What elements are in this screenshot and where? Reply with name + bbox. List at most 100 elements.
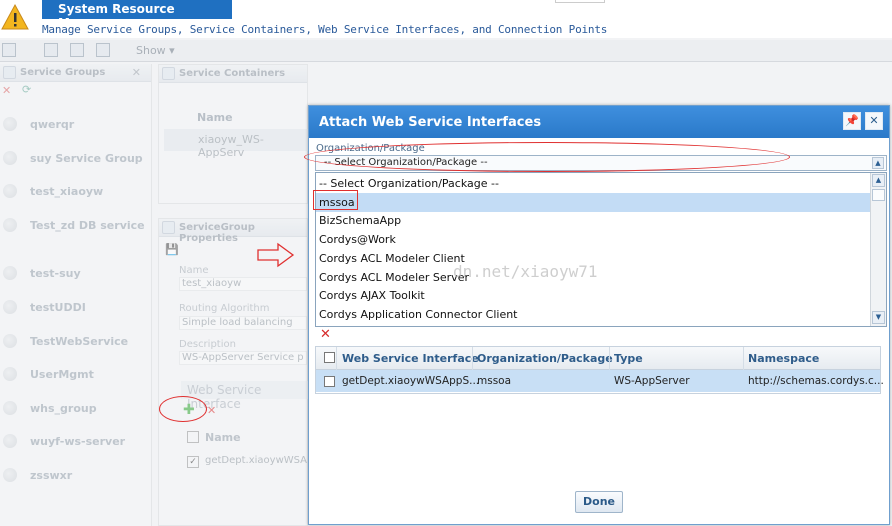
row-checkbox[interactable]: ✓: [187, 456, 199, 468]
panel-icon: [162, 221, 175, 234]
panel-icon: [3, 66, 16, 79]
routing-label: Routing Algorithm: [179, 303, 270, 314]
gear-icon: [3, 151, 17, 165]
grid-header: Web Service Interface Organization/Packa…: [316, 347, 880, 370]
dropdown-option[interactable]: Cordys Application Connector Client: [316, 305, 871, 324]
panel-title: ServiceGroup Properties: [179, 222, 255, 244]
sidebar-item[interactable]: UserMgmt: [0, 365, 150, 385]
gear-icon: [3, 334, 17, 348]
sidebar-item[interactable]: test_xiaoyw: [0, 182, 150, 202]
app-title: System Resource Manager: [42, 0, 232, 30]
app-header: System Resource Manager Manage Service G…: [0, 0, 892, 38]
sidebar-item[interactable]: TestWebService: [0, 332, 150, 352]
sidebar-item[interactable]: test-suy: [0, 264, 150, 284]
container-row[interactable]: xiaoyw_WS-AppServ: [164, 129, 308, 159]
sidebar-item-label: suy Service Group: [30, 152, 143, 165]
annotation-ellipse-select: [304, 142, 790, 172]
watermark: dn.net/xiaoyw71: [453, 262, 598, 281]
cell-namespace: http://schemas.cordys.c...: [748, 375, 884, 387]
show-menu[interactable]: Show ▾: [136, 44, 175, 57]
sidebar-item[interactable]: qwerqr: [0, 115, 150, 135]
select-all-checkbox[interactable]: [187, 431, 199, 443]
web-service-interface-header: Web Service Interface: [181, 381, 309, 411]
sidebar-item-label: test_xiaoyw: [30, 185, 104, 198]
gear-icon: [3, 266, 17, 280]
gear-icon: [3, 300, 17, 314]
dropdown-option[interactable]: -- Select Organization/Package --: [316, 174, 871, 193]
list-icon[interactable]: [96, 43, 110, 57]
col-type[interactable]: Type: [614, 352, 643, 365]
table-icon[interactable]: [44, 43, 58, 57]
sidebar-item-label: UserMgmt: [30, 368, 94, 381]
sidebar-item[interactable]: suy Service Group: [0, 149, 150, 169]
organization-dropdown: -- Select Organization/Package -- mssoa Bi…: [315, 172, 887, 327]
annotation-circle-add: [159, 396, 207, 422]
sidebar-item-label: wuyf-ws-server: [30, 435, 126, 448]
sidebar-item-label: TestWebService: [30, 335, 129, 348]
gear-icon: [3, 218, 17, 232]
interface-row-name: getDept.xiaoywWSA: [205, 455, 308, 466]
sidebar-item[interactable]: testUDDI: [0, 298, 150, 318]
hierarchy-icon[interactable]: [70, 43, 84, 57]
service-groups-header: Service Groups ✕: [0, 64, 151, 82]
container-name: xiaoyw_WS-AppServ: [198, 133, 264, 159]
close-icon[interactable]: ✕: [132, 66, 141, 79]
description-label: Description: [179, 339, 236, 350]
name-field[interactable]: test_xiaoyw: [179, 277, 307, 291]
service-groups-panel: Service Groups ✕ ✕ ⟳ qwerqr suy Service G…: [0, 64, 152, 526]
cell-package: mssoa: [477, 375, 512, 387]
dropdown-option[interactable]: Cordys AJAX Toolkit: [316, 286, 871, 305]
app-subtitle: Manage Service Groups, Service Container…: [42, 23, 608, 36]
cell-type: WS-AppServer: [614, 375, 690, 387]
col-organization-package[interactable]: Organization/Package: [477, 352, 613, 365]
select-all-checkbox[interactable]: [324, 352, 335, 363]
dropdown-scrollbar[interactable]: ▲ ▼: [870, 173, 886, 326]
scroll-thumb[interactable]: [872, 189, 885, 201]
dropdown-option[interactable]: mssoa: [316, 192, 871, 212]
sidebar-item-label: test-suy: [30, 267, 81, 280]
dropdown-option[interactable]: Cordys@Work: [316, 230, 871, 249]
delete-icon[interactable]: ✕: [2, 84, 11, 97]
delete-icon[interactable]: ✕: [320, 327, 331, 342]
col-namespace[interactable]: Namespace: [748, 352, 819, 365]
header-box: [555, 0, 605, 3]
warning-icon: [1, 3, 29, 30]
sidebar-item-label: whs_group: [30, 402, 97, 415]
gear-icon: [3, 367, 17, 381]
scroll-down-icon[interactable]: ▼: [872, 311, 885, 324]
containers-header: Service Containers: [159, 65, 307, 83]
new-icon[interactable]: [2, 43, 16, 57]
remove-icon[interactable]: ✕: [207, 404, 216, 417]
description-field[interactable]: WS-AppServer Service p: [179, 351, 307, 365]
name-label: Name: [179, 265, 209, 276]
dialog-title: Attach Web Service Interfaces: [309, 106, 889, 138]
gear-icon: [3, 434, 17, 448]
table-row[interactable]: getDept.xiaoywWSAppS... mssoa WS-AppServ…: [316, 370, 884, 392]
annotation-box-mssoa: [313, 190, 358, 210]
panel-tools: ✕ ⟳: [0, 82, 151, 102]
column-header-name: Name: [197, 111, 233, 124]
column-header-name: Name: [205, 431, 241, 444]
close-dialog-button[interactable]: ✕: [865, 112, 883, 130]
scroll-up-icon[interactable]: ▲: [872, 174, 885, 187]
sidebar-item[interactable]: wuyf-ws-server: [0, 432, 150, 452]
pin-icon[interactable]: 📌: [843, 112, 861, 130]
cell-interface: getDept.xiaoywWSAppS...: [342, 375, 480, 387]
sidebar-item[interactable]: zsswxr: [0, 466, 150, 486]
sidebar-item-label: zsswxr: [30, 469, 73, 482]
gear-icon: [3, 117, 17, 131]
routing-field[interactable]: Simple load balancing: [179, 316, 307, 330]
refresh-icon[interactable]: ⟳: [22, 83, 31, 96]
sidebar-item[interactable]: whs_group: [0, 399, 150, 419]
sidebar-item-label: qwerqr: [30, 118, 75, 131]
row-checkbox[interactable]: [324, 376, 335, 387]
properties-header: ServiceGroup Properties: [159, 219, 307, 244]
chevron-up-icon[interactable]: ▲: [872, 157, 884, 169]
col-web-service-interface[interactable]: Web Service Interface: [342, 352, 479, 365]
dropdown-option[interactable]: BizSchemaApp: [316, 211, 871, 230]
gear-icon: [3, 468, 17, 482]
done-button[interactable]: Done: [575, 491, 623, 513]
save-icon[interactable]: 💾: [165, 243, 179, 256]
panel-title: Service Containers: [179, 68, 286, 79]
sidebar-item[interactable]: Test_zd DB service: [0, 216, 150, 236]
